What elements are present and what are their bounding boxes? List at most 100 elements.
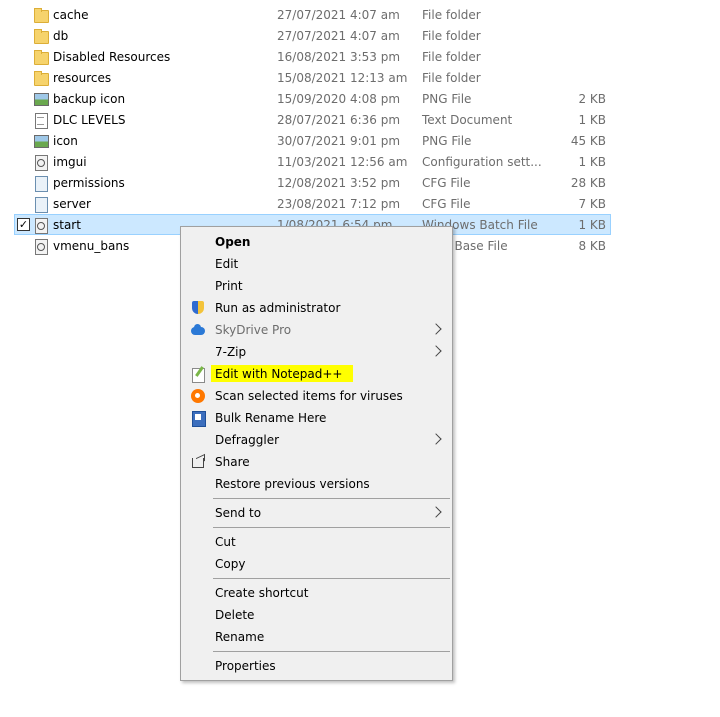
menu-item-label: Create shortcut bbox=[215, 586, 309, 600]
file-date: 15/08/2021 12:13 am bbox=[277, 71, 408, 85]
bulk-rename-icon bbox=[190, 410, 206, 427]
chevron-right-icon bbox=[430, 323, 442, 335]
menu-item-label: Edit bbox=[215, 257, 239, 271]
file-date: 16/08/2021 3:53 pm bbox=[277, 50, 401, 64]
file-type: PNG File bbox=[422, 134, 472, 148]
file-row-db[interactable]: db 27/07/2021 4:07 am File folder bbox=[14, 25, 611, 46]
batch-file-icon bbox=[33, 217, 49, 234]
folder-icon bbox=[33, 49, 49, 65]
notepadpp-icon bbox=[190, 366, 206, 383]
folder-icon bbox=[33, 70, 49, 86]
file-date: 30/07/2021 9:01 pm bbox=[277, 134, 401, 148]
file-date: 27/07/2021 4:07 am bbox=[277, 8, 400, 22]
chevron-right-icon bbox=[430, 345, 442, 357]
menu-item-properties[interactable]: Properties bbox=[183, 655, 450, 677]
file-date: 28/07/2021 6:36 pm bbox=[277, 113, 401, 127]
menu-item-copy[interactable]: Copy bbox=[183, 553, 450, 575]
menu-item-label: Scan selected items for viruses bbox=[215, 389, 403, 403]
menu-item-rename[interactable]: Rename bbox=[183, 626, 450, 648]
file-row-resources[interactable]: resources 15/08/2021 12:13 am File folde… bbox=[14, 67, 611, 88]
image-file-icon bbox=[33, 91, 49, 107]
menu-separator bbox=[213, 498, 450, 499]
menu-item-label: Run as administrator bbox=[215, 301, 341, 315]
menu-item-label: Restore previous versions bbox=[215, 477, 370, 491]
menu-item-label: Bulk Rename Here bbox=[215, 411, 327, 425]
file-row-icon[interactable]: icon 30/07/2021 9:01 pm PNG File 45 KB bbox=[14, 130, 611, 151]
file-row-disabled-resources[interactable]: Disabled Resources 16/08/2021 3:53 pm Fi… bbox=[14, 46, 611, 67]
menu-item-label: Rename bbox=[215, 630, 265, 644]
menu-separator bbox=[213, 578, 450, 579]
file-name: imgui bbox=[53, 155, 87, 169]
menu-item-scan-viruses[interactable]: Scan selected items for viruses bbox=[183, 385, 450, 407]
menu-item-open[interactable]: Open bbox=[183, 231, 450, 253]
file-type: Configuration sett... bbox=[422, 155, 542, 169]
file-name: Disabled Resources bbox=[53, 50, 171, 64]
checkmark-icon[interactable]: ✓ bbox=[17, 218, 30, 231]
file-size: 2 KB bbox=[578, 92, 606, 106]
menu-item-label: Open bbox=[215, 235, 251, 249]
image-file-icon bbox=[33, 133, 49, 149]
menu-item-restore-versions[interactable]: Restore previous versions bbox=[183, 473, 450, 495]
file-row-backup-icon[interactable]: backup icon 15/09/2020 4:08 pm PNG File … bbox=[14, 88, 611, 109]
file-date: 23/08/2021 7:12 pm bbox=[277, 197, 401, 211]
menu-item-skydrive-pro[interactable]: SkyDrive Pro bbox=[183, 319, 450, 341]
menu-item-delete[interactable]: Delete bbox=[183, 604, 450, 626]
file-size: 8 KB bbox=[578, 239, 606, 253]
file-row-dlc-levels[interactable]: DLC LEVELS 28/07/2021 6:36 pm Text Docum… bbox=[14, 109, 611, 130]
file-type: PNG File bbox=[422, 92, 472, 106]
file-name: DLC LEVELS bbox=[53, 113, 126, 127]
menu-item-7zip[interactable]: 7-Zip bbox=[183, 341, 450, 363]
file-date: 15/09/2020 4:08 pm bbox=[277, 92, 401, 106]
file-name: db bbox=[53, 29, 69, 43]
menu-separator bbox=[213, 651, 450, 652]
file-size: 1 KB bbox=[578, 113, 606, 127]
menu-item-print[interactable]: Print bbox=[183, 275, 450, 297]
share-icon bbox=[190, 454, 206, 470]
file-size: 1 KB bbox=[578, 155, 606, 169]
menu-item-label: Edit with Notepad++ bbox=[215, 367, 343, 381]
folder-icon bbox=[33, 28, 49, 44]
file-type: CFG File bbox=[422, 176, 471, 190]
file-name: vmenu_bans bbox=[53, 239, 130, 253]
menu-item-defraggler[interactable]: Defraggler bbox=[183, 429, 450, 451]
file-name: cache bbox=[53, 8, 89, 22]
file-row-imgui[interactable]: imgui 11/03/2021 12:56 am Configuration … bbox=[14, 151, 611, 172]
file-date: 11/03/2021 12:56 am bbox=[277, 155, 408, 169]
file-name: backup icon bbox=[53, 92, 126, 106]
file-size: 1 KB bbox=[578, 218, 606, 232]
file-name: resources bbox=[53, 71, 112, 85]
menu-item-label: Send to bbox=[215, 506, 262, 520]
text-file-icon bbox=[33, 112, 49, 129]
menu-item-label: 7-Zip bbox=[215, 345, 247, 359]
menu-item-run-as-admin[interactable]: Run as administrator bbox=[183, 297, 450, 319]
file-row-permissions[interactable]: permissions 12/08/2021 3:52 pm CFG File … bbox=[14, 172, 611, 193]
menu-item-label: Print bbox=[215, 279, 243, 293]
chevron-right-icon bbox=[430, 433, 442, 445]
file-date: 12/08/2021 3:52 pm bbox=[277, 176, 401, 190]
file-row-cache[interactable]: cache 27/07/2021 4:07 am File folder bbox=[14, 4, 611, 25]
menu-item-share[interactable]: Share bbox=[183, 451, 450, 473]
menu-item-label: Share bbox=[215, 455, 250, 469]
file-name: permissions bbox=[53, 176, 125, 190]
cloud-icon bbox=[190, 322, 206, 338]
menu-item-send-to[interactable]: Send to bbox=[183, 502, 450, 524]
file-type: File folder bbox=[422, 8, 481, 22]
context-menu: Open Edit Print Run as administrator Sky… bbox=[180, 226, 453, 681]
menu-item-bulk-rename[interactable]: Bulk Rename Here bbox=[183, 407, 450, 429]
uac-shield-icon bbox=[190, 300, 206, 316]
file-date: 27/07/2021 4:07 am bbox=[277, 29, 400, 43]
menu-item-label: Cut bbox=[215, 535, 236, 549]
file-type: File folder bbox=[422, 29, 481, 43]
menu-item-edit-with-notepadpp[interactable]: Edit with Notepad++ bbox=[183, 363, 450, 385]
file-name: icon bbox=[53, 134, 78, 148]
file-name: server bbox=[53, 197, 91, 211]
menu-item-label: Properties bbox=[215, 659, 276, 673]
menu-item-edit[interactable]: Edit bbox=[183, 253, 450, 275]
menu-item-label: Defraggler bbox=[215, 433, 280, 447]
db-file-icon bbox=[33, 238, 49, 255]
menu-item-cut[interactable]: Cut bbox=[183, 531, 450, 553]
file-row-server[interactable]: server 23/08/2021 7:12 pm CFG File 7 KB bbox=[14, 193, 611, 214]
chevron-right-icon bbox=[430, 506, 442, 518]
cfg-file-icon bbox=[33, 196, 49, 213]
menu-item-create-shortcut[interactable]: Create shortcut bbox=[183, 582, 450, 604]
